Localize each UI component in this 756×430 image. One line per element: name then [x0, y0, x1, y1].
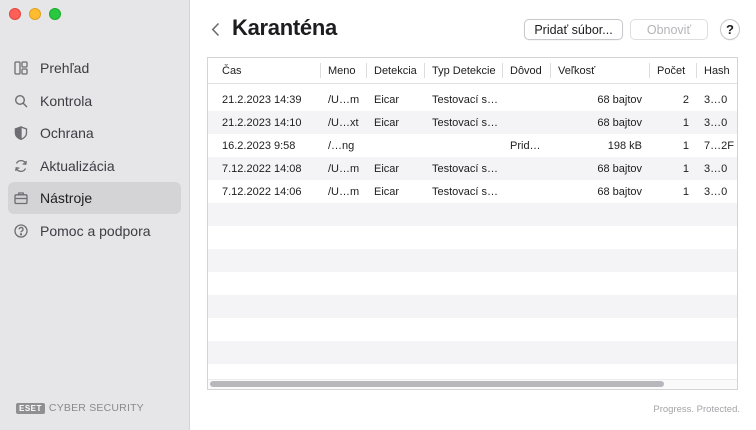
- cell-velkost: 68 bajtov: [597, 116, 642, 129]
- search-icon: [14, 94, 28, 108]
- cell-hash: 3…0: [704, 185, 728, 198]
- cell-velkost: 68 bajtov: [597, 162, 642, 175]
- cell-hash: 3…0: [704, 162, 728, 175]
- close-window-button[interactable]: [9, 8, 21, 20]
- dashboard-icon: [14, 61, 28, 75]
- table-row[interactable]: 21.2.2023 14:10/U…xt Eicar Testovací s… 68 …: [208, 111, 737, 134]
- cell-cas: 21.2.2023 14:10: [222, 116, 302, 129]
- cell-typ: Testovací s…: [432, 93, 499, 106]
- cell-typ: Testovací s…: [432, 162, 499, 175]
- column-header-cas[interactable]: Čas: [208, 58, 321, 83]
- empty-row: [208, 341, 737, 364]
- minimize-window-button[interactable]: [29, 8, 41, 20]
- cell-typ: Testovací s…: [432, 116, 499, 129]
- column-header-meno[interactable]: Meno: [321, 58, 367, 83]
- cell-pocet: 1: [682, 116, 689, 129]
- sidebar-item-pomoc[interactable]: Pomoc a podpora: [8, 215, 181, 247]
- cell-meno: /U…m: [328, 162, 360, 175]
- cell-detekcia: Eicar: [374, 93, 400, 106]
- brand-text: CYBER SECURITY: [48, 402, 144, 414]
- sidebar-item-label: Prehľad: [40, 60, 90, 76]
- empty-row: [208, 318, 737, 341]
- zoom-window-button[interactable]: [49, 8, 61, 20]
- brand: eset CYBER SECURITY: [16, 402, 144, 414]
- column-header-detekcia[interactable]: Detekcia: [367, 58, 425, 83]
- refresh-icon: [14, 159, 28, 173]
- cell-meno: /U…xt: [328, 116, 359, 129]
- cell-hash: 7…2F: [704, 139, 734, 152]
- cell-cas: 21.2.2023 14:39: [222, 93, 302, 106]
- cell-detekcia: [367, 134, 425, 157]
- cell-typ: Testovací s…: [432, 185, 499, 198]
- table-body: 21.2.2023 14:39/U…m Eicar Testovací s… 68 b…: [208, 84, 737, 389]
- chevron-left-icon: [211, 22, 219, 36]
- add-file-button[interactable]: Pridať súbor...: [524, 19, 623, 40]
- eset-logo: eset: [16, 402, 45, 414]
- cell-cas: 7.12.2022 14:08: [222, 162, 302, 175]
- cell-meno: /…ng: [328, 139, 355, 152]
- sidebar-item-label: Pomoc a podpora: [40, 222, 151, 239]
- column-header-dovod[interactable]: Dôvod: [503, 58, 551, 83]
- column-header-hash[interactable]: Hash: [697, 58, 737, 83]
- cell-meno: /U…m: [328, 185, 360, 198]
- empty-row: [208, 226, 737, 249]
- sidebar-item-label: Nástroje: [40, 190, 93, 206]
- cell-velkost: 68 bajtov: [597, 185, 642, 198]
- help-circle-icon: [14, 223, 28, 238]
- cell-pocet: 2: [682, 93, 689, 106]
- help-button[interactable]: ?: [720, 19, 740, 40]
- page-title: Karanténa: [232, 15, 337, 40]
- cell-velkost: 68 bajtov: [597, 93, 642, 106]
- sidebar-nav: Prehľad Kontrola Ochrana Aktualizácia Ná…: [8, 52, 181, 247]
- column-header-pocet[interactable]: Počet: [650, 58, 697, 83]
- empty-row: [208, 203, 737, 226]
- slogan: Progress. Protected.: [653, 404, 740, 415]
- window-controls: [9, 8, 61, 20]
- cell-dovod: [503, 157, 551, 180]
- cell-velkost: 198 kB: [607, 139, 642, 152]
- sidebar-item-nastroje[interactable]: Nástroje: [8, 182, 181, 214]
- cell-detekcia: Eicar: [374, 185, 400, 198]
- empty-row: [208, 272, 737, 295]
- sidebar-item-kontrola[interactable]: Kontrola: [8, 85, 181, 117]
- cell-hash: 3…0: [704, 116, 728, 129]
- sidebar-item-ochrana[interactable]: Ochrana: [8, 117, 181, 149]
- cell-pocet: 1: [682, 139, 689, 152]
- sidebar: Prehľad Kontrola Ochrana Aktualizácia Ná…: [0, 0, 190, 430]
- briefcase-icon: [14, 191, 28, 205]
- table-row[interactable]: 16.2.2023 9:58 /…ng Prid… 198 kB 1 7…2F: [208, 134, 737, 157]
- cell-cas: 7.12.2022 14:06: [222, 185, 302, 198]
- sidebar-item-label: Aktualizácia: [40, 157, 115, 174]
- column-header-velkost[interactable]: Veľkosť: [551, 58, 650, 83]
- table-row[interactable]: 21.2.2023 14:39/U…m Eicar Testovací s… 68 b…: [208, 88, 737, 111]
- cell-dovod: [503, 111, 551, 134]
- cell-meno: /U…m: [328, 93, 360, 106]
- page-header: Karanténa Pridať súbor... Obnoviť ?: [190, 0, 756, 58]
- table-row[interactable]: 7.12.2022 14:08/U…m Eicar Testovací s… 68 b…: [208, 157, 737, 180]
- cell-typ: [425, 134, 503, 157]
- sidebar-item-prehlad[interactable]: Prehľad: [8, 52, 181, 84]
- table-row[interactable]: 7.12.2022 14:06/U…m Eicar Testovací s… 68 b…: [208, 180, 737, 203]
- cell-dovod: Prid…: [510, 139, 541, 152]
- sidebar-item-label: Ochrana: [40, 125, 94, 141]
- column-header-typ-detekcie[interactable]: Typ Detekcie: [425, 58, 503, 83]
- horizontal-scrollbar[interactable]: [210, 381, 664, 387]
- sidebar-item-aktualizacia[interactable]: Aktualizácia: [8, 150, 181, 182]
- empty-row: [208, 295, 737, 318]
- table-header: Čas Meno Detekcia Typ Detekcie Dôvod Veľ…: [208, 58, 737, 84]
- cell-hash: 3…0: [704, 93, 728, 106]
- cell-pocet: 1: [682, 185, 689, 198]
- shield-icon: [14, 126, 28, 140]
- cell-detekcia: Eicar: [374, 116, 400, 129]
- refresh-button[interactable]: Obnoviť: [630, 19, 708, 40]
- sidebar-item-label: Kontrola: [40, 92, 93, 109]
- cell-detekcia: Eicar: [374, 162, 400, 175]
- empty-row: [208, 249, 737, 272]
- cell-dovod: [503, 88, 551, 111]
- cell-cas: 16.2.2023 9:58: [222, 139, 296, 152]
- cell-dovod: [503, 180, 551, 203]
- quarantine-table: Čas Meno Detekcia Typ Detekcie Dôvod Veľ…: [207, 57, 738, 390]
- cell-pocet: 1: [682, 162, 689, 175]
- back-button[interactable]: [208, 19, 222, 39]
